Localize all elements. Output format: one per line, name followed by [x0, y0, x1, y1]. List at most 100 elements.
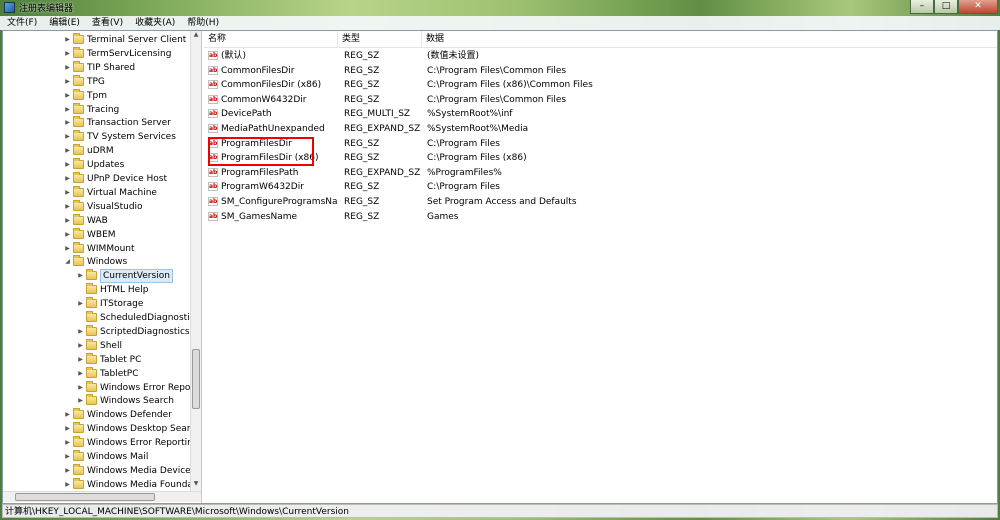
value-row[interactable]: ab MediaPathUnexpanded REG_EXPAND_SZ %Syste…	[204, 122, 997, 136]
tree-item[interactable]: ▶ Tablet PC	[76, 352, 141, 367]
tree-item[interactable]: ▶ CurrentVersion	[76, 269, 173, 284]
watermark-url: jingyan.baidu.com	[768, 478, 888, 493]
expand-arrow-icon[interactable]: ▶	[63, 144, 72, 158]
tree-item[interactable]: ScheduledDiagnostics	[76, 311, 190, 325]
value-row[interactable]: ab CommonW6432Dir REG_SZ C:\Program Files\C…	[204, 93, 997, 107]
value-row[interactable]: ab SM_ConfigureProgramsNa... REG_SZ Set Pro…	[204, 195, 997, 209]
menu-edit[interactable]: 编辑(E)	[42, 16, 85, 30]
tree-item[interactable]: ▶ Tracing	[63, 102, 119, 117]
expand-arrow-icon[interactable]: ▶	[63, 116, 72, 130]
expand-arrow-icon[interactable]: ▶	[76, 367, 85, 381]
expand-arrow-icon[interactable]: ▶	[63, 436, 72, 450]
column-header-type[interactable]: 类型	[338, 31, 422, 47]
tree-item[interactable]: ▶ Tpm	[63, 88, 107, 103]
status-bar: 计算机\HKEY_LOCAL_MACHINE\SOFTWARE\Microsof…	[2, 504, 998, 518]
scroll-down-arrow-icon[interactable]: ▼	[191, 480, 201, 490]
tree-vertical-scrollbar[interactable]: ▲ ▼	[190, 31, 201, 491]
expand-arrow-icon[interactable]: ▶	[63, 172, 72, 186]
expand-arrow-icon[interactable]: ▶	[63, 242, 72, 256]
scroll-up-arrow-icon[interactable]: ▲	[191, 31, 201, 41]
value-row[interactable]: ab CommonFilesDir REG_SZ C:\Program Files\C…	[204, 64, 997, 78]
tree-item[interactable]: ▶ TIP Shared	[63, 60, 135, 75]
menu-view[interactable]: 查看(V)	[85, 16, 128, 30]
tree-item[interactable]: ▶ uDRM	[63, 144, 114, 158]
menu-help[interactable]: 帮助(H)	[180, 16, 224, 30]
expand-arrow-icon[interactable]: ▶	[63, 33, 72, 47]
tree-horizontal-scrollbar[interactable]	[3, 491, 201, 502]
tree-item[interactable]: ▶ Windows Error Repor	[76, 380, 190, 395]
column-header-name[interactable]: 名称	[204, 31, 338, 47]
tree-item[interactable]: ◢ Windows	[63, 255, 127, 269]
expand-arrow-icon[interactable]: ▶	[76, 325, 85, 339]
expand-arrow-icon[interactable]: ▶	[63, 61, 72, 75]
minimize-button[interactable]: –	[910, 0, 934, 14]
expand-arrow-icon[interactable]: ▶	[63, 103, 72, 117]
expand-arrow-icon[interactable]: ▶	[63, 158, 72, 172]
tree-item[interactable]: HTML Help	[76, 283, 148, 297]
expand-arrow-icon[interactable]: ▶	[76, 339, 85, 353]
tree-item[interactable]: ▶ TabletPC	[76, 366, 139, 381]
expand-arrow-icon[interactable]: ▶	[76, 297, 85, 311]
expand-arrow-icon[interactable]: ▶	[63, 422, 72, 436]
tree-item[interactable]: ▶ Windows Error Reporting	[63, 436, 190, 450]
expand-arrow-icon[interactable]: ▶	[76, 381, 85, 395]
value-data: %SystemRoot%\inf	[427, 109, 513, 120]
expand-arrow-icon[interactable]: ▶	[63, 89, 72, 103]
expand-arrow-icon[interactable]: ▶	[63, 75, 72, 89]
tree-item[interactable]: ▶ Windows Mail	[63, 450, 148, 464]
tree-item[interactable]: ▶ UPnP Device Host	[63, 172, 167, 186]
expand-arrow-icon[interactable]: ▶	[63, 214, 72, 228]
expand-arrow-icon[interactable]: ▶	[63, 47, 72, 61]
tree-item[interactable]: ▶ TermServLicensing	[63, 46, 171, 61]
expand-arrow-icon[interactable]: ▶	[63, 228, 72, 242]
value-row[interactable]: ab SM_GamesName REG_SZ Games	[204, 210, 997, 224]
expand-arrow-icon[interactable]: ▶	[76, 353, 85, 367]
tree-item[interactable]: ▶ TPG	[63, 74, 105, 89]
tree-item[interactable]: ▶ WAB	[63, 213, 108, 228]
tree-item[interactable]: ▶ Windows Media Foundat	[63, 477, 190, 491]
values-list-pane: 名称 类型 数据 ab (默认) REG_SZ (数值未设置) ab CommonFile…	[204, 31, 997, 503]
expand-arrow-icon[interactable]: ▶	[63, 408, 72, 422]
value-row[interactable]: ab CommonFilesDir (x86) REG_SZ C:\Program F…	[204, 78, 997, 92]
value-row[interactable]: ab ProgramFilesDir (x86) REG_SZ C:\Program …	[204, 151, 997, 165]
string-value-icon: ab	[208, 197, 218, 206]
maximize-button[interactable]: □	[934, 0, 958, 14]
expand-arrow-icon[interactable]: ▶	[63, 200, 72, 214]
tree-item[interactable]: ▶ TV System Services	[63, 130, 176, 144]
tree-item[interactable]: ▶ Shell	[76, 338, 122, 353]
expand-arrow-icon[interactable]: ▶	[63, 464, 72, 478]
tree-item[interactable]: ▶ WIMMount	[63, 241, 135, 256]
tree-item[interactable]: ▶ Windows Media Device M	[63, 463, 190, 478]
tree-item[interactable]: ▶ Updates	[63, 158, 124, 172]
value-row[interactable]: ab ProgramFilesDir REG_SZ C:\Program Files	[204, 137, 997, 151]
tree-item[interactable]: ▶ Windows Desktop Searcl	[63, 422, 190, 436]
tree-item[interactable]: ▶ ITStorage	[76, 297, 143, 311]
expand-arrow-icon[interactable]: ▶	[63, 450, 72, 464]
expand-arrow-icon[interactable]: ▶	[63, 478, 72, 491]
expand-arrow-icon[interactable]: ▶	[76, 269, 85, 283]
tree-item[interactable]: ▶ Terminal Server Client	[63, 33, 186, 47]
tree-hscroll-thumb[interactable]	[15, 493, 155, 501]
column-header-data[interactable]: 数据	[422, 31, 722, 47]
expand-arrow-icon[interactable]: ▶	[76, 394, 85, 408]
close-button[interactable]: ✕	[958, 0, 998, 14]
tree-scroll-thumb[interactable]	[192, 349, 200, 409]
tree-item[interactable]: ▶ WBEM	[63, 227, 116, 242]
tree-item[interactable]: ▶ VisualStudio	[63, 199, 143, 214]
menu-file[interactable]: 文件(F)	[0, 16, 42, 30]
tree-item[interactable]: ▶ Windows Defender	[63, 408, 172, 422]
expand-arrow-icon[interactable]: ▶	[63, 130, 72, 144]
tree-item[interactable]: ▶ Transaction Server	[63, 116, 171, 130]
tree-item[interactable]: ▶ ScriptedDiagnosticsPr	[76, 324, 190, 339]
tree-item[interactable]: ▶ Windows Search	[76, 394, 174, 408]
value-row[interactable]: ab DevicePath REG_MULTI_SZ %SystemRoot%\inf	[204, 107, 997, 121]
folder-icon	[86, 283, 97, 295]
menu-favorites[interactable]: 收藏夹(A)	[128, 16, 180, 30]
expand-arrow-icon[interactable]: ◢	[63, 255, 72, 269]
tree-item[interactable]: ▶ Virtual Machine	[63, 185, 157, 200]
value-row[interactable]: ab (默认) REG_SZ (数值未设置)	[204, 49, 997, 63]
folder-icon	[73, 255, 84, 267]
value-row[interactable]: ab ProgramFilesPath REG_EXPAND_SZ %ProgramF…	[204, 166, 997, 180]
value-row[interactable]: ab ProgramW6432Dir REG_SZ C:\Program Files	[204, 180, 997, 194]
expand-arrow-icon[interactable]: ▶	[63, 186, 72, 200]
